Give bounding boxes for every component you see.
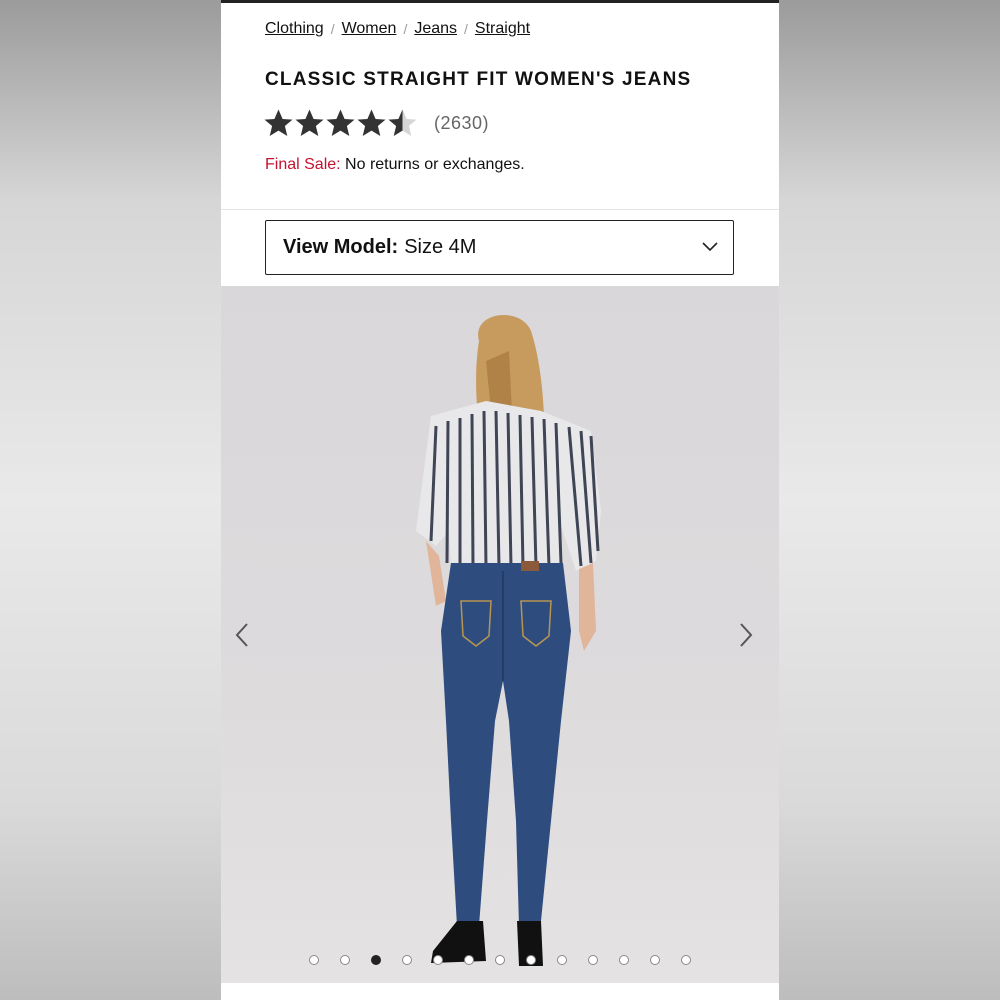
gallery-pagination [221,955,779,965]
gallery-dot[interactable] [681,955,691,965]
breadcrumb-women[interactable]: Women [342,20,397,38]
breadcrumb-separator: / [330,21,335,37]
final-sale-notice: Final Sale: No returns or exchanges. [265,156,525,174]
star-icon [388,109,417,136]
breadcrumb-jeans[interactable]: Jeans [414,20,457,38]
review-count[interactable]: (2630) [434,113,489,134]
view-model-value: Size 4M [404,236,477,258]
product-rating[interactable]: (2630) [263,108,489,139]
gallery-dot[interactable] [371,955,381,965]
section-divider [221,209,779,210]
gallery-dot[interactable] [433,955,443,965]
view-model-label: View Model: [283,236,399,258]
chevron-down-icon [702,242,718,252]
star-icon [357,109,386,136]
product-image-gallery[interactable] [221,286,779,983]
breadcrumb: Clothing / Women / Jeans / Straight [265,20,530,38]
breadcrumb-separator: / [403,21,408,37]
gallery-dot[interactable] [340,955,350,965]
final-sale-text: No returns or exchanges. [345,156,525,173]
background-left [0,0,221,1000]
breadcrumb-separator: / [464,21,468,37]
product-page: Clothing / Women / Jeans / Straight CLAS… [221,0,779,1000]
gallery-dot[interactable] [557,955,567,965]
star-icon [295,109,324,136]
product-image [416,314,601,966]
gallery-dot[interactable] [526,955,536,965]
chevron-right-icon[interactable] [735,622,757,648]
star-icon [326,109,355,136]
gallery-dot[interactable] [588,955,598,965]
gallery-dot[interactable] [650,955,660,965]
breadcrumb-clothing[interactable]: Clothing [265,20,324,38]
background-right [779,0,1000,1000]
star-icon [264,109,293,136]
rating-stars [263,108,418,139]
product-title: CLASSIC STRAIGHT FIT WOMEN'S JEANS [265,69,692,90]
page-bottom [221,983,779,1000]
gallery-dot[interactable] [309,955,319,965]
final-sale-label: Final Sale: [265,156,341,173]
gallery-dot[interactable] [402,955,412,965]
view-model-select[interactable]: View Model: Size 4M [265,220,734,275]
breadcrumb-straight[interactable]: Straight [475,20,530,38]
gallery-dot[interactable] [464,955,474,965]
chevron-left-icon[interactable] [231,622,253,648]
gallery-dot[interactable] [495,955,505,965]
gallery-dot[interactable] [619,955,629,965]
